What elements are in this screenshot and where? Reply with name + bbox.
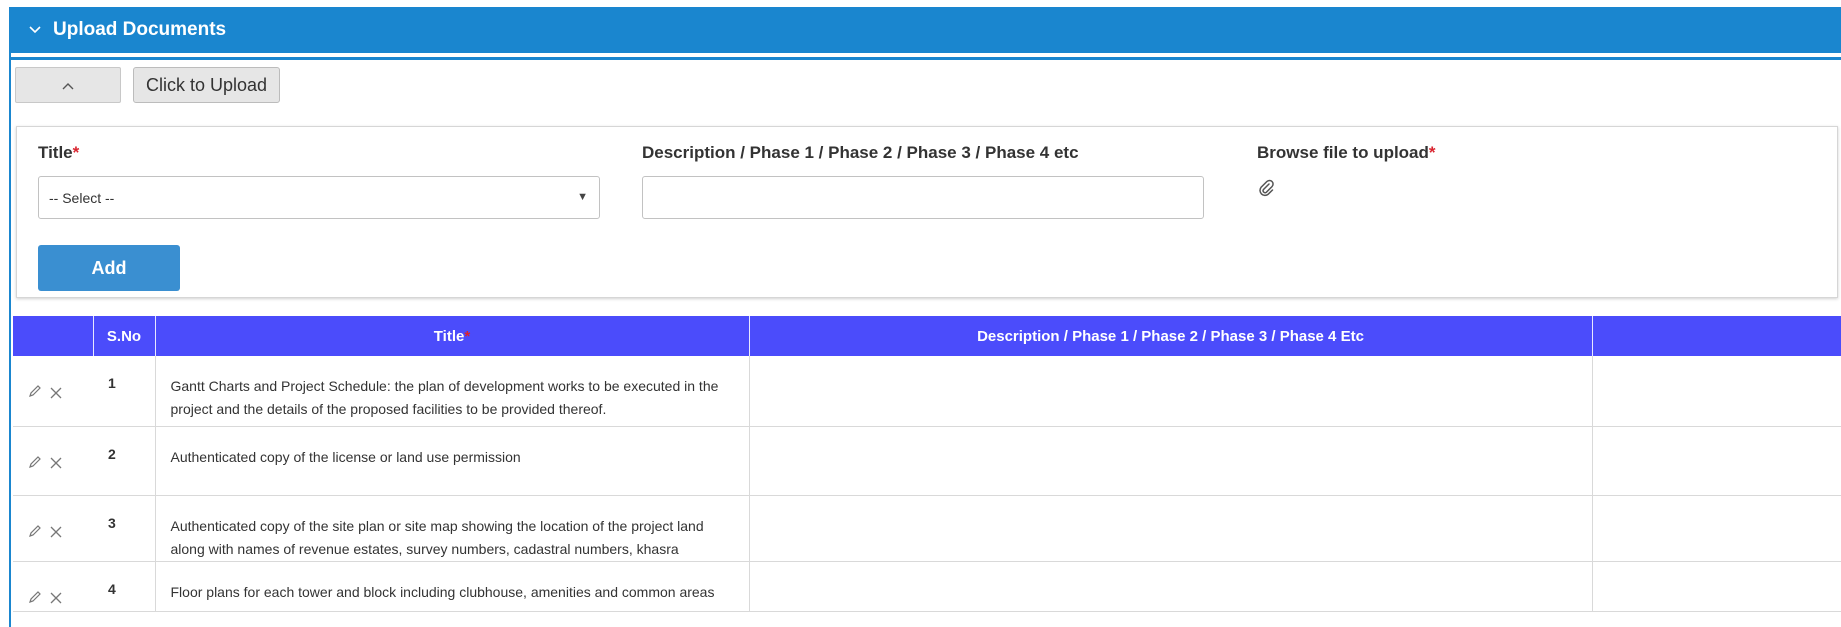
pencil-icon[interactable]: [27, 383, 43, 402]
description-input[interactable]: [642, 176, 1204, 219]
title-header-text: Title: [433, 327, 465, 345]
browse-label-text: Browse file to upload: [1257, 143, 1429, 162]
documents-table: S.No Title* Description / Phase 1 / Phas…: [13, 316, 1841, 612]
row-description: [749, 356, 1593, 427]
toolbar: Click to Upload: [15, 67, 281, 105]
upload-form: Title* -- Select -- ▼ Description / Phas…: [16, 126, 1838, 298]
row-extra: [1592, 426, 1841, 496]
row-sno: 2: [93, 426, 156, 496]
row-extra: [1592, 561, 1841, 612]
add-button[interactable]: Add: [38, 245, 180, 291]
pencil-icon[interactable]: [27, 454, 43, 473]
row-sno: 3: [93, 495, 156, 562]
panel-header[interactable]: Upload Documents: [11, 7, 1841, 53]
description-column-header: Description / Phase 1 / Phase 2 / Phase …: [749, 316, 1593, 356]
description-field-label: Description / Phase 1 / Phase 2 / Phase …: [642, 143, 1079, 162]
title-field-label: Title*: [38, 143, 79, 163]
required-mark: *: [72, 143, 80, 162]
row-title: Floor plans for each tower and block inc…: [155, 561, 750, 612]
row-title: Authenticated copy of the license or lan…: [155, 426, 750, 496]
required-mark: *: [1428, 143, 1436, 162]
chevron-down-icon[interactable]: [29, 21, 41, 37]
row-description: [749, 495, 1593, 562]
row-actions: [13, 561, 93, 612]
close-icon[interactable]: [49, 523, 63, 541]
row-sno: 1: [93, 356, 156, 427]
title-label-text: Title: [38, 143, 73, 162]
sno-column-header: S.No: [93, 316, 156, 356]
close-icon[interactable]: [49, 454, 63, 472]
actions-column-header: [13, 316, 94, 356]
upload-documents-panel: Upload Documents Click to Upload Title* …: [9, 7, 1841, 627]
click-to-upload-button[interactable]: Click to Upload: [133, 67, 281, 103]
row-actions: [13, 426, 93, 496]
title-select-value: -- Select --: [49, 189, 115, 206]
collapse-button[interactable]: [15, 67, 121, 103]
row-description: [749, 561, 1593, 612]
browse-field-label: Browse file to upload*: [1257, 143, 1436, 163]
chevron-up-icon: [62, 77, 74, 93]
row-actions: [13, 356, 93, 427]
table-row: 1 Gantt Charts and Project Schedule: the…: [13, 356, 1841, 427]
row-title: Gantt Charts and Project Schedule: the p…: [155, 356, 750, 427]
table-row: 3 Authenticated copy of the site plan or…: [13, 495, 1841, 562]
title-column-header: Title*: [155, 316, 750, 356]
panel-title: Upload Documents: [53, 19, 227, 40]
row-extra: [1592, 495, 1841, 562]
pencil-icon[interactable]: [27, 589, 43, 608]
title-select[interactable]: -- Select -- ▼: [38, 176, 600, 219]
table-row: 2 Authenticated copy of the license or l…: [13, 426, 1841, 496]
table-row: 4 Floor plans for each tower and block i…: [13, 561, 1841, 612]
dropdown-arrow-icon: ▼: [577, 191, 588, 203]
pencil-icon[interactable]: [27, 523, 43, 542]
row-description: [749, 426, 1593, 496]
row-extra: [1592, 356, 1841, 427]
header-divider: [11, 57, 1841, 60]
extra-column-header: [1592, 316, 1841, 356]
close-icon[interactable]: [49, 589, 63, 607]
row-title: Authenticated copy of the site plan or s…: [155, 495, 750, 562]
paperclip-icon[interactable]: [1257, 177, 1275, 197]
table-header-row: S.No Title* Description / Phase 1 / Phas…: [13, 316, 1841, 356]
row-sno: 4: [93, 561, 156, 612]
required-mark: *: [464, 327, 471, 345]
row-actions: [13, 495, 93, 562]
close-icon[interactable]: [49, 384, 63, 402]
